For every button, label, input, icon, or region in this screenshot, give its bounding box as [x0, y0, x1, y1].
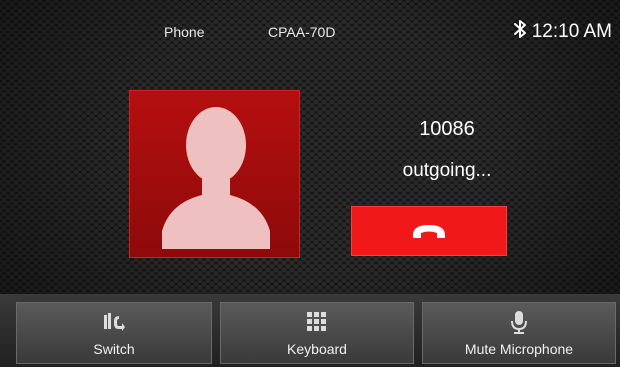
switch-audio-icon — [101, 311, 127, 333]
call-number: 10086 — [419, 118, 475, 140]
device-name: CPAA-70D — [268, 24, 336, 40]
mute-microphone-button[interactable]: Mute Microphone — [422, 302, 616, 364]
hang-up-icon — [413, 225, 445, 238]
microphone-icon — [510, 311, 528, 334]
contact-avatar — [129, 90, 300, 258]
status-right: 12:10 AM — [512, 19, 612, 44]
clock: 12:10 AM — [531, 20, 612, 42]
keyboard-button[interactable]: Keyboard — [220, 302, 414, 364]
status-bar: Phone CPAA-70D 12:10 AM — [0, 0, 620, 62]
call-status: outgoing... — [402, 160, 492, 181]
app-title: Phone — [164, 24, 205, 40]
switch-button[interactable]: Switch — [16, 302, 212, 364]
bluetooth-icon — [512, 19, 528, 44]
hang-up-button[interactable] — [351, 206, 507, 256]
mute-microphone-label: Mute Microphone — [464, 341, 574, 357]
keyboard-label: Keyboard — [287, 341, 347, 357]
switch-label: Switch — [93, 341, 135, 357]
keypad-icon — [306, 311, 328, 333]
contact-silhouette-icon — [162, 107, 270, 249]
